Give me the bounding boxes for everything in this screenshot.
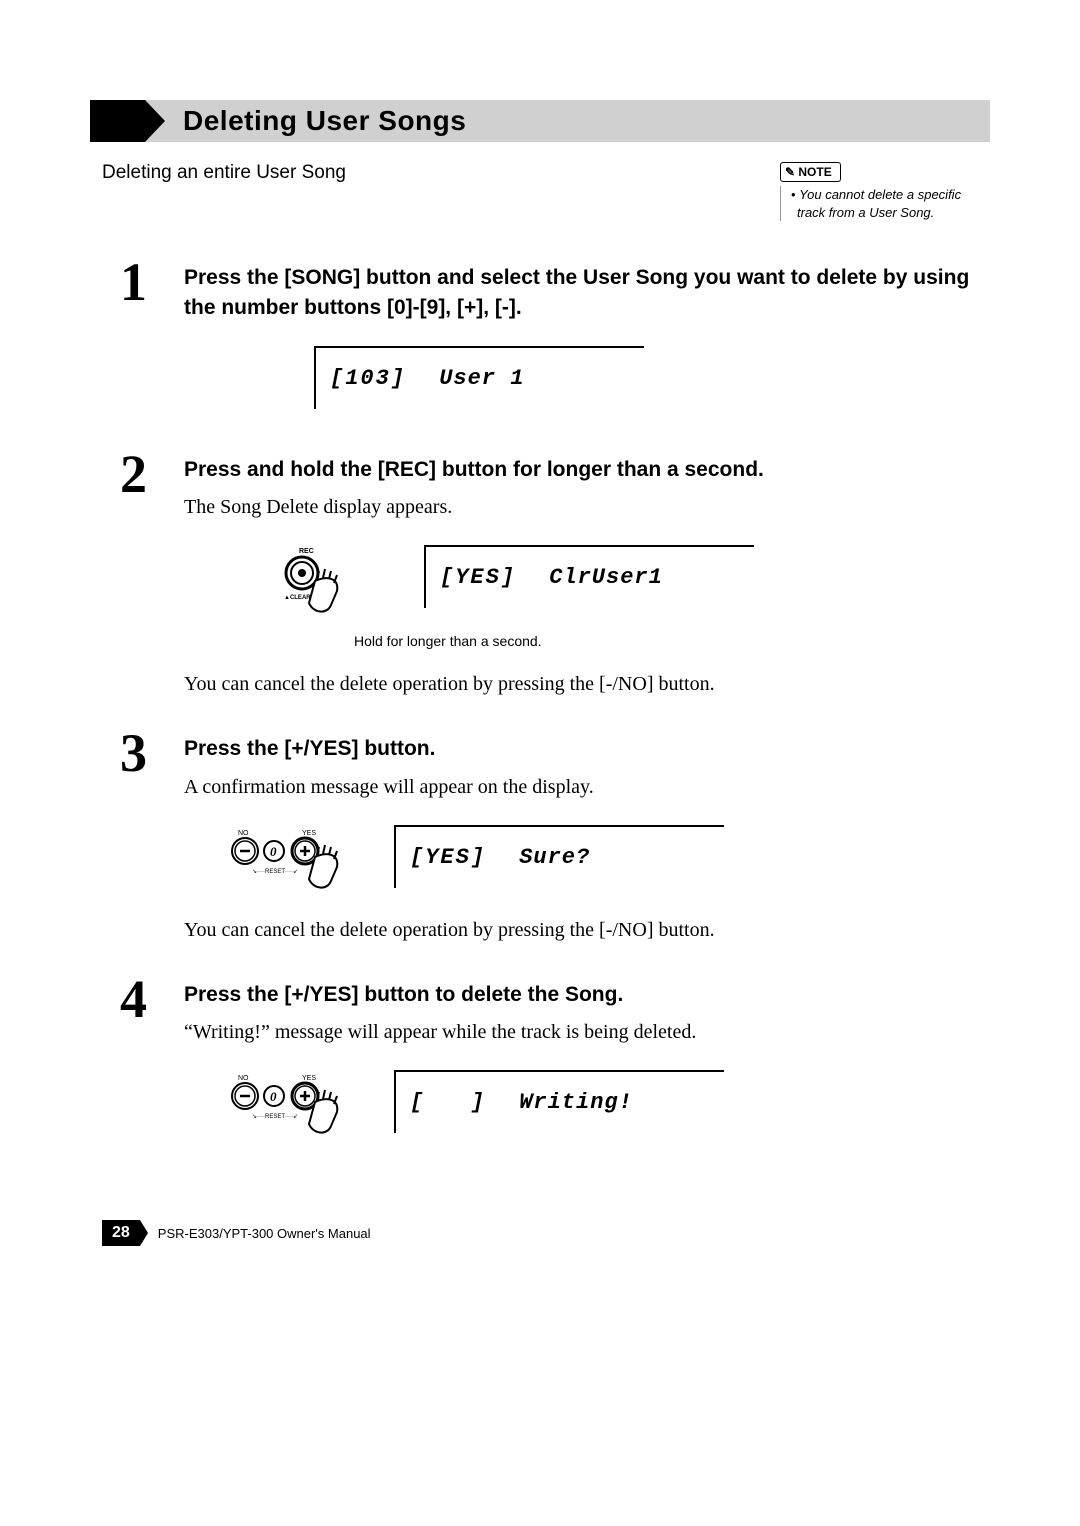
step-2-desc2: You can cancel the delete operation by p… — [184, 671, 744, 698]
lcd-display: [ ] Writing! — [394, 1070, 724, 1133]
lcd-display: [YES] ClrUser1 — [424, 545, 754, 608]
no-label: NO — [238, 830, 249, 837]
plus-minus-buttons: NO YES 0 ↘····RESET····↙ — [224, 825, 364, 895]
lcd-display: [103] User 1 — [314, 346, 644, 409]
plus-minus-buttons: NO YES 0 ↘····RESET····↙ — [224, 1070, 364, 1140]
rec-label: REC — [299, 548, 314, 555]
reset-label: ↘····RESET····↙ — [252, 869, 298, 875]
svg-text:0: 0 — [270, 1089, 277, 1104]
step-3-desc2: You can cancel the delete operation by p… — [184, 917, 744, 944]
step-3-title: Press the [+/YES] button. — [184, 734, 990, 763]
section-header: Deleting User Songs — [90, 100, 990, 142]
lcd-value: [ ] — [410, 1090, 505, 1115]
lcd-text: Sure? — [519, 845, 590, 870]
section-title: Deleting User Songs — [145, 100, 990, 142]
step-1-title: Press the [SONG] button and select the U… — [184, 263, 990, 322]
svg-text:0: 0 — [270, 844, 277, 859]
lcd-value: [YES] — [440, 565, 535, 590]
lcd-text: ClrUser1 — [549, 565, 663, 590]
reset-label: ↘····RESET····↙ — [252, 1114, 298, 1120]
no-label: NO — [238, 1075, 249, 1082]
step-4-title: Press the [+/YES] button to delete the S… — [184, 980, 990, 1009]
lcd-text: User 1 — [439, 366, 524, 391]
lcd-value: [103] — [330, 366, 425, 391]
lcd-display: [YES] Sure? — [394, 825, 724, 888]
yes-label: YES — [302, 1075, 316, 1082]
step-number-4: 4 — [120, 978, 184, 1021]
intro-text: Deleting an entire User Song — [102, 162, 346, 184]
yes-label: YES — [302, 830, 316, 837]
step-3-desc1: A confirmation message will appear on th… — [184, 774, 744, 801]
step-number-1: 1 — [120, 261, 184, 304]
note-item: You cannot delete a specific track from … — [797, 186, 990, 221]
lcd-value: [YES] — [410, 845, 505, 870]
step-number-2: 2 — [120, 453, 184, 496]
page-number: 28 — [102, 1220, 140, 1246]
lcd-text: Writing! — [519, 1090, 633, 1115]
note-label: ✎ NOTE — [780, 162, 841, 182]
clear-label: ▲CLEAR — [284, 595, 311, 601]
note-label-text: NOTE — [798, 165, 831, 179]
hold-caption: Hold for longer than a second. — [354, 633, 990, 649]
note-box: ✎ NOTE You cannot delete a specific trac… — [780, 162, 990, 221]
step-number-3: 3 — [120, 732, 184, 775]
rec-button-graphic: REC ▲CLEAR — [254, 545, 394, 623]
pencil-icon: ✎ — [785, 165, 798, 179]
arrow-icon — [90, 100, 145, 142]
step-2-desc1: The Song Delete display appears. — [184, 494, 744, 521]
manual-name: PSR-E303/YPT-300 Owner's Manual — [158, 1226, 371, 1241]
step-2-title: Press and hold the [REC] button for long… — [184, 455, 990, 484]
step-4-desc1: “Writing!” message will appear while the… — [184, 1019, 744, 1046]
page-footer: 28 PSR-E303/YPT-300 Owner's Manual — [90, 1220, 990, 1246]
